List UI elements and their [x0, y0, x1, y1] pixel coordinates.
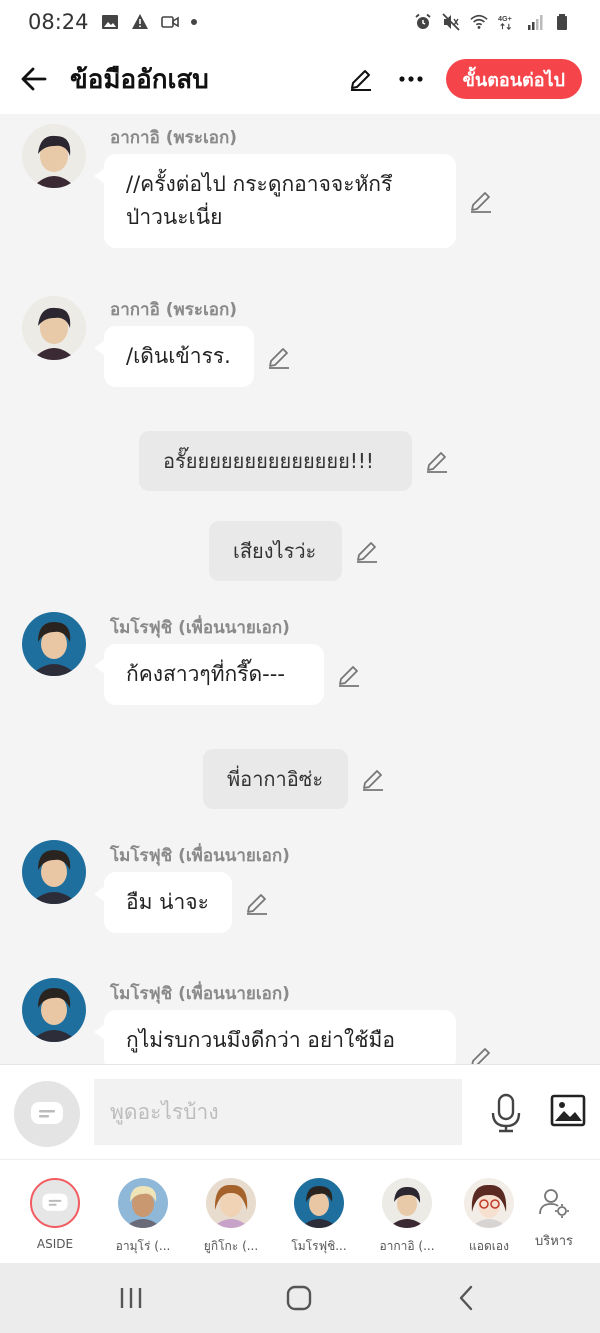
amuro-avatar-icon — [118, 1178, 168, 1228]
pencil-icon — [350, 70, 371, 91]
nav-back-icon[interactable] — [452, 1283, 482, 1313]
avatar[interactable] — [22, 612, 86, 676]
morofushi-avatar-icon — [22, 840, 86, 904]
avatar — [294, 1178, 344, 1228]
speaker-name: โมโรฟุชิ (เพื่อนนายเอก) — [110, 618, 290, 638]
page-title: ข้อมืออักเสบ — [70, 64, 209, 95]
top-app-bar: ข้อมืออักเสบ ขั้นตอนต่อไป — [0, 44, 600, 114]
svg-text:4G+: 4G+ — [498, 14, 512, 23]
mute-icon — [442, 13, 460, 31]
akai-avatar-icon — [22, 124, 86, 188]
morofushi-avatar-icon — [22, 978, 86, 1042]
image-upload-icon[interactable] — [550, 1093, 586, 1129]
chat-timeline[interactable]: อากาอิ (พระเอก) //ครั้งต่อไป กระดูกอาจจะ… — [0, 114, 600, 1064]
morofushi-avatar-icon — [22, 612, 86, 676]
manage-characters-button[interactable]: บริหาร — [513, 1178, 595, 1251]
edit-message-icon[interactable] — [244, 890, 270, 916]
avatar — [118, 1178, 168, 1228]
character-amuro[interactable]: อามุโร่ (... — [102, 1178, 184, 1256]
back-button[interactable] — [18, 64, 48, 94]
character-label: โมโรฟุชิ... — [291, 1239, 347, 1253]
edit-message-icon[interactable] — [468, 1044, 494, 1064]
more-options-button[interactable] — [396, 64, 426, 94]
warning-icon — [131, 14, 148, 29]
aside-toggle-button[interactable] — [14, 1081, 80, 1147]
speaker-name: อากาอิ (พระเอก) — [110, 300, 238, 320]
manage-users-icon — [539, 1189, 569, 1218]
system-navigation-bar — [0, 1263, 600, 1333]
avatar[interactable] — [22, 296, 86, 360]
manage-icon-wrap — [529, 1178, 579, 1228]
notification-dot-icon — [190, 19, 197, 25]
character-label: ASIDE — [36, 1237, 74, 1251]
character-yukiko[interactable]: ยูกิโกะ (... — [190, 1178, 272, 1256]
gallery-icon — [101, 15, 118, 29]
akai-avatar-icon — [382, 1178, 432, 1228]
edit-message-icon[interactable] — [424, 448, 450, 474]
character-label: ยูกิโกะ (... — [203, 1239, 259, 1253]
edit-message-icon[interactable] — [468, 188, 494, 214]
speaker-name: โมโรฟุชิ (เพื่อนนายเอก) — [110, 984, 290, 1004]
avatar[interactable] — [22, 978, 86, 1042]
message-line: กูไม่รบกวนมึงดีกว่า อย่าใช้มือ — [126, 1028, 395, 1052]
home-icon[interactable] — [284, 1283, 314, 1313]
signal-icon — [528, 15, 543, 30]
avatar — [382, 1178, 432, 1228]
message-line: //ครั้งต่อไป กระดูกอาจจะหักรึ — [126, 172, 393, 196]
microphone-icon[interactable] — [488, 1093, 524, 1133]
narration-bubble[interactable]: อรั๊ยยยยยยยยยยยยยย!!! — [139, 431, 412, 491]
akai-avatar-icon — [22, 296, 86, 360]
chat-bubble[interactable]: ก้คงสาวๆที่กรี๊ด--- — [94, 644, 324, 705]
avatar[interactable] — [22, 124, 86, 188]
edit-message-icon[interactable] — [354, 538, 380, 564]
character-akai[interactable]: อากาอิ (... — [366, 1178, 448, 1256]
character-label: อามุโร่ (... — [115, 1239, 171, 1253]
character-label: บริหาร — [534, 1234, 574, 1249]
composer-bar — [0, 1064, 600, 1159]
character-morofushi[interactable]: โมโรฟุชิ... — [278, 1178, 360, 1256]
alarm-icon — [415, 13, 431, 29]
edit-title-button[interactable] — [346, 64, 376, 94]
aside-avatar — [30, 1178, 80, 1228]
chat-bubble[interactable]: อืม น่าจะ — [94, 872, 232, 933]
message-line: อืม น่าจะ — [126, 890, 209, 914]
back-arrow-icon — [21, 67, 47, 91]
avatar — [206, 1178, 256, 1228]
message-line: /เดินเข้ารร. — [126, 344, 231, 368]
character-aside[interactable]: ASIDE — [14, 1178, 96, 1251]
avatar — [464, 1178, 514, 1228]
character-selector: ASIDE อามุโร่ (... ยูกิโกะ (... โมโรฟุชิ… — [0, 1159, 600, 1263]
recent-apps-icon[interactable] — [116, 1283, 146, 1313]
status-bar: 08:24 4G+ — [0, 0, 600, 44]
aside-chat-icon — [42, 1193, 68, 1211]
edit-message-icon[interactable] — [360, 766, 386, 792]
admin-avatar-icon — [464, 1178, 514, 1228]
mobile-data-4g-icon: 4G+ — [498, 14, 512, 30]
speaker-name: โมโรฟุชิ (เพื่อนนายเอก) — [110, 846, 290, 866]
next-step-button[interactable]: ขั้นตอนต่อไป — [445, 59, 582, 99]
chat-bubble[interactable]: //ครั้งต่อไป กระดูกอาจจะหักรึ ป่าวนะเนี่… — [94, 154, 456, 248]
message-line: ก้คงสาวๆที่กรี๊ด--- — [126, 662, 285, 686]
narration-bubble[interactable]: เสียงไรว่ะ — [209, 521, 342, 581]
message-line: ป่าวนะเนี่ย — [126, 205, 223, 229]
video-call-icon — [160, 16, 179, 28]
character-label: อากาอิ (... — [379, 1239, 435, 1253]
status-time: 08:24 — [28, 10, 89, 34]
yukiko-avatar-icon — [206, 1178, 256, 1228]
avatar[interactable] — [22, 840, 86, 904]
message-input[interactable] — [94, 1079, 462, 1145]
narration-bubble[interactable]: พี่อากาอิซ่ะ — [203, 749, 348, 809]
morofushi-avatar-icon — [294, 1178, 344, 1228]
chat-bubble[interactable]: /เดินเข้ารร. — [94, 326, 254, 387]
edit-message-icon[interactable] — [336, 662, 362, 688]
chat-bubble[interactable]: กูไม่รบกวนมึงดีกว่า อย่าใช้มือ — [94, 1010, 456, 1064]
wifi-icon — [470, 14, 488, 29]
edit-message-icon[interactable] — [266, 344, 292, 370]
aside-chat-icon — [31, 1102, 63, 1124]
speaker-name: อากาอิ (พระเอก) — [110, 128, 238, 148]
battery-icon — [557, 14, 567, 30]
more-dots-icon — [398, 76, 423, 82]
